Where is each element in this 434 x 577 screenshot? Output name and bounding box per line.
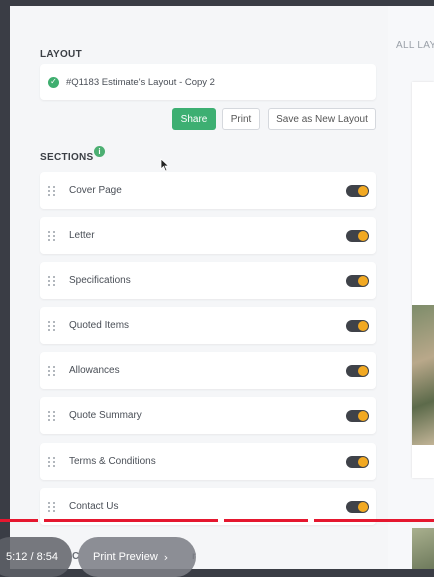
share-button[interactable]: Share bbox=[172, 108, 216, 130]
check-icon: ✓ bbox=[48, 76, 59, 88]
section-row[interactable]: Quote Summary bbox=[40, 397, 376, 434]
toggle-knob bbox=[358, 320, 368, 331]
toggle-knob bbox=[358, 185, 368, 196]
layout-name: #Q1183 Estimate's Layout - Copy 2 bbox=[66, 76, 215, 88]
section-toggle[interactable] bbox=[346, 319, 369, 332]
toggle-knob bbox=[358, 230, 368, 241]
save-as-new-layout-button[interactable]: Save as New Layout bbox=[268, 108, 376, 130]
section-toggle[interactable] bbox=[346, 184, 369, 197]
video-time-label: 5:12 / 8:54 bbox=[6, 551, 58, 563]
section-label: Letter bbox=[69, 230, 95, 241]
sections-heading: SECTIONS bbox=[40, 152, 94, 163]
toggle-knob bbox=[358, 365, 368, 376]
chevron-right-icon: › bbox=[163, 550, 169, 564]
drag-handle-icon[interactable] bbox=[48, 185, 56, 196]
section-toggle[interactable] bbox=[346, 364, 369, 377]
section-label: Allowances bbox=[69, 365, 120, 376]
video-progress-bar[interactable] bbox=[0, 519, 434, 522]
video-time: 5:12 / 8:54 bbox=[0, 537, 72, 577]
toggle-knob bbox=[358, 501, 368, 512]
toggle-knob bbox=[358, 410, 368, 421]
drag-handle-icon[interactable] bbox=[48, 456, 56, 467]
progress-segment bbox=[44, 519, 218, 522]
mouse-cursor-icon bbox=[160, 158, 170, 172]
preview-cover-photo bbox=[412, 305, 434, 445]
chapter-label: Print Preview bbox=[93, 551, 158, 563]
section-row[interactable]: Terms & Conditions bbox=[40, 443, 376, 480]
drag-handle-icon[interactable] bbox=[48, 230, 56, 241]
toggle-knob bbox=[358, 456, 368, 467]
section-row[interactable]: Quoted Items bbox=[40, 307, 376, 344]
section-toggle[interactable] bbox=[346, 274, 369, 287]
progress-segment bbox=[0, 519, 38, 522]
section-label: Cover Page bbox=[69, 185, 122, 196]
section-row[interactable]: Letter bbox=[40, 217, 376, 254]
preview-thumbnail bbox=[412, 528, 434, 569]
all-layouts-heading: ALL LAY bbox=[396, 40, 434, 51]
section-label: Terms & Conditions bbox=[69, 456, 156, 467]
app-window: LAYOUT ✓ #Q1183 Estimate's Layout - Copy… bbox=[10, 0, 434, 569]
section-row[interactable]: Specifications bbox=[40, 262, 376, 299]
chapter-button[interactable]: Print Preview › bbox=[78, 537, 196, 577]
section-label: Contact Us bbox=[69, 501, 119, 512]
section-toggle[interactable] bbox=[346, 455, 369, 468]
section-label: Quote Summary bbox=[69, 410, 142, 421]
toggle-knob bbox=[358, 275, 368, 286]
drag-handle-icon[interactable] bbox=[48, 365, 56, 376]
drag-handle-icon[interactable] bbox=[48, 275, 56, 286]
layout-selector[interactable]: ✓ #Q1183 Estimate's Layout - Copy 2 bbox=[40, 64, 376, 100]
drag-handle-icon[interactable] bbox=[48, 320, 56, 331]
section-toggle[interactable] bbox=[346, 229, 369, 242]
drag-handle-icon[interactable] bbox=[48, 501, 56, 512]
progress-segment bbox=[314, 519, 434, 522]
section-toggle[interactable] bbox=[346, 409, 369, 422]
layout-heading: LAYOUT bbox=[40, 49, 82, 60]
section-row[interactable]: Allowances bbox=[40, 352, 376, 389]
progress-segment bbox=[224, 519, 308, 522]
info-icon[interactable]: i bbox=[94, 146, 105, 157]
drag-handle-icon[interactable] bbox=[48, 410, 56, 421]
section-toggle[interactable] bbox=[346, 500, 369, 513]
section-label: Specifications bbox=[69, 275, 131, 286]
print-button[interactable]: Print bbox=[222, 108, 260, 130]
section-row[interactable]: Cover Page bbox=[40, 172, 376, 209]
section-label: Quoted Items bbox=[69, 320, 130, 331]
